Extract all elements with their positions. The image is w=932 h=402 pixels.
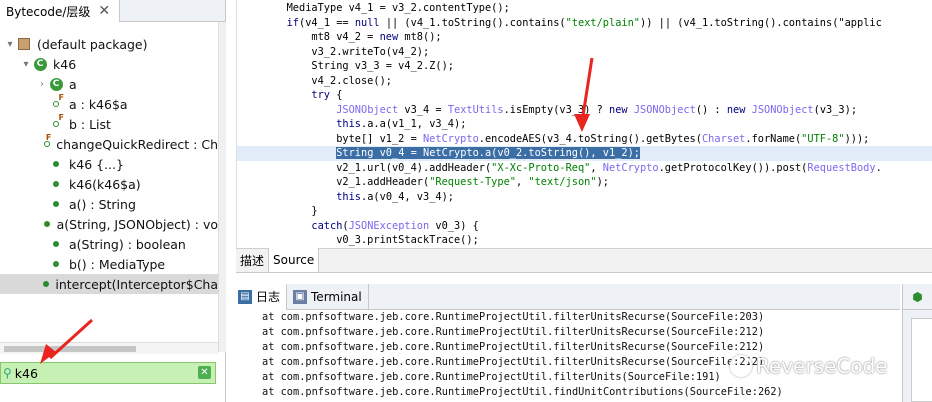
tab-log[interactable]: ▤ 日志 — [232, 283, 288, 310]
tab-strip — [120, 0, 225, 22]
code-line[interactable]: try { — [237, 88, 932, 103]
class-icon: C — [48, 76, 64, 92]
log-line: at com.pnfsoftware.jeb.core.RuntimeProje… — [262, 326, 765, 338]
log-line: at com.pnfsoftware.jeb.core.RuntimeProje… — [262, 341, 765, 353]
tab-terminal[interactable]: ▣ Terminal — [287, 283, 369, 310]
tree-item-label: a — [69, 76, 77, 92]
log-line: at com.pnfsoftware.jeb.core.RuntimeProje… — [262, 311, 765, 323]
method-icon — [48, 176, 64, 192]
clear-filter-icon[interactable]: ✕ — [198, 366, 211, 379]
method-icon — [43, 216, 52, 232]
class-icon: C — [32, 56, 48, 72]
vertical-scrollbar[interactable] — [218, 22, 226, 352]
code-line[interactable]: } — [237, 204, 932, 219]
code-line[interactable]: this.a.a(v1_1, v3_4); — [237, 117, 932, 132]
tree-item-label: k46(k46$a) — [69, 176, 141, 192]
method-icon — [48, 256, 64, 272]
code-line[interactable]: JSONObject v3_4 = TextUtils.isEmpty(v3_3… — [237, 103, 932, 118]
code-line[interactable]: v4_2.close(); — [237, 74, 932, 89]
tab-terminal-label: Terminal — [311, 289, 362, 304]
field-icon: F — [43, 134, 51, 152]
code-line[interactable]: v2_1.addHeader("Request-Type", "text/jso… — [237, 175, 932, 190]
code-line[interactable]: v0_3.printStackTrace(); — [237, 233, 932, 248]
chevron-right-icon[interactable]: › — [36, 79, 48, 90]
tree-item-label: (default package) — [37, 36, 148, 52]
tree-item[interactable]: a(String, JSONObject) : vo — [0, 214, 218, 234]
android-icon[interactable]: ⬢ — [903, 284, 932, 310]
tree-item[interactable]: k46 {...} — [0, 154, 218, 174]
method-icon — [48, 196, 64, 212]
chevron-down-icon[interactable]: ▾ — [20, 59, 32, 70]
tab-log-label: 日志 — [256, 290, 281, 304]
code-line[interactable]: v2_1.url(v0_4).addHeader("X-Xc-Proto-Req… — [237, 161, 932, 176]
scroll-thumb[interactable] — [4, 346, 136, 352]
wechat-logo-icon — [730, 355, 752, 377]
tree-item-label: b : List — [69, 116, 111, 132]
code-line[interactable]: catch(JSONException v0_3) { — [237, 219, 932, 234]
field-icon: F — [48, 114, 64, 132]
tree-item[interactable]: Fa : k46$a — [0, 94, 218, 114]
tree-item-label: a(String, JSONObject) : vo — [56, 216, 218, 232]
tree-item-label: k46 {...} — [69, 156, 124, 172]
tree-item[interactable]: k46(k46$a) — [0, 174, 218, 194]
watermark: ReverseCode — [730, 354, 888, 378]
tree-item[interactable]: b() : MediaType — [0, 254, 218, 274]
log-line: at com.pnfsoftware.jeb.core.RuntimeProje… — [262, 386, 783, 398]
tab-bytecode-hierarchy[interactable]: Bytecode/层级 ✕ — [0, 0, 120, 22]
filter-value: k46 — [14, 365, 38, 381]
code-line[interactable]: String v3_3 = v4_2.Z(); — [237, 59, 932, 74]
tab-description[interactable]: 描述 — [236, 248, 270, 272]
method-icon — [48, 156, 64, 172]
side-panel: ⬢ — [902, 284, 932, 402]
tree-item[interactable]: a(String) : boolean — [0, 234, 218, 254]
tree-item[interactable]: Fb : List — [0, 114, 218, 134]
code-line[interactable]: if(v4_1 == null || (v4_1.toString().cont… — [237, 16, 932, 31]
tree-item-label: intercept(Interceptor$Cha — [55, 276, 218, 292]
log-icon: ▤ — [238, 289, 252, 304]
field-icon: F — [48, 94, 64, 112]
filter-input[interactable]: ⚲ k46 ✕ — [0, 362, 216, 384]
method-icon — [42, 276, 50, 292]
horizontal-scrollbar[interactable] — [0, 342, 218, 354]
code-line[interactable]: MediaType v4_1 = v3_2.contentType(); — [237, 1, 932, 16]
terminal-icon: ▣ — [293, 289, 308, 304]
source-code-view[interactable]: MediaType v4_1 = v3_2.contentType(); if(… — [236, 0, 932, 248]
package-icon — [16, 36, 32, 52]
code-line[interactable]: byte[] v1_2 = NetCrypto.encodeAES(v3_4.t… — [237, 132, 932, 147]
tree-item[interactable]: ▾ Ck46 — [0, 54, 218, 74]
search-icon: ⚲ — [3, 366, 12, 380]
view-tabs: 描述 Source — [236, 248, 932, 273]
tree-item[interactable]: intercept(Interceptor$Cha — [0, 274, 218, 294]
tree-item-label: k46 — [53, 56, 77, 72]
chevron-down-icon[interactable]: ▾ — [4, 39, 16, 50]
tree-item-label: a() : String — [69, 196, 136, 212]
tab-source[interactable]: Source — [269, 248, 320, 272]
tree-item-label: changeQuickRedirect : Ch — [56, 136, 218, 152]
tab-title: Bytecode/层级 — [6, 4, 91, 19]
tree-item[interactable]: FchangeQuickRedirect : Ch — [0, 134, 218, 154]
tree-item[interactable]: ▾ (default package) — [0, 34, 218, 54]
hierarchy-panel: Bytecode/层级 ✕ ▾ (default package) ▾ Ck46 › Ca… — [0, 0, 226, 402]
tree-item-label: a : k46$a — [69, 96, 128, 112]
class-tree: ▾ (default package) ▾ Ck46 › Ca Fa : k46$a Fb :… — [0, 34, 218, 294]
tree-item[interactable]: › Ca — [0, 74, 218, 94]
close-icon[interactable]: ✕ — [98, 3, 110, 19]
code-line[interactable]: this.a(v0_4, v3_4); — [237, 190, 932, 205]
console-tabs: ▤ 日志 ▣ Terminal — [232, 283, 900, 310]
code-line[interactable]: v3_2.writeTo(v4_2); — [237, 45, 932, 60]
code-line[interactable]: mt8 v4_2 = new mt8(); — [237, 30, 932, 45]
selection-highlight: String v0_4 = NetCrypto.a(v0_2.toString(… — [336, 147, 640, 159]
tree-item-label: a(String) : boolean — [69, 236, 186, 252]
watermark-text: ReverseCode — [756, 354, 888, 378]
selected-code-line[interactable]: String v0_4 = NetCrypto.a(v0_2.toString(… — [237, 146, 932, 161]
tree-item-label: b() : MediaType — [69, 256, 166, 272]
side-panel-body — [911, 318, 932, 402]
tree-item[interactable]: a() : String — [0, 194, 218, 214]
method-icon — [48, 236, 64, 252]
